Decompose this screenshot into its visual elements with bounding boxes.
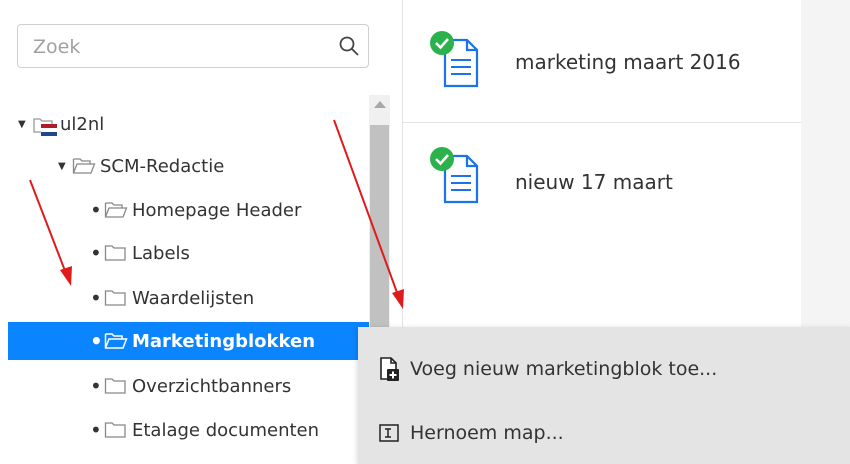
folder-open-icon xyxy=(104,200,128,220)
menu-item-rename-folder[interactable]: Hernoem map... xyxy=(358,405,850,461)
document-published-icon xyxy=(430,31,479,88)
menu-item-add-marketingblok[interactable]: Voeg nieuw marketingblok toe... xyxy=(358,341,850,397)
folder-icon xyxy=(104,376,128,396)
tree-panel: ▼ ul2nl ▼ SCM-Redactie • Homepage Header xyxy=(0,0,402,464)
tree-item-waardelijsten[interactable]: • Waardelijsten xyxy=(90,279,254,317)
bullet: • xyxy=(90,329,103,353)
menu-item-label: Voeg nieuw marketingblok toe... xyxy=(410,358,718,380)
tree-item-label: Overzichtbanners xyxy=(132,375,292,397)
folder-icon xyxy=(104,243,128,263)
document-item[interactable]: nieuw 17 maart xyxy=(403,122,801,242)
document-published-icon xyxy=(430,147,479,204)
tree-item-label: Etalage documenten xyxy=(132,419,320,441)
folder-open-icon xyxy=(72,156,96,176)
menu-item-label: Hernoem map... xyxy=(410,422,564,444)
tree-item-root[interactable]: ▼ ul2nl xyxy=(18,105,104,143)
tree-item-homepage-header[interactable]: • Homepage Header xyxy=(90,191,301,229)
bullet: • xyxy=(90,418,102,442)
context-menu: Voeg nieuw marketingblok toe... Hernoem … xyxy=(358,327,850,464)
bullet: • xyxy=(90,374,102,398)
rename-icon xyxy=(379,424,399,442)
document-title[interactable]: marketing maart 2016 xyxy=(515,50,741,74)
folder-icon xyxy=(104,420,128,440)
tree-item-label: Marketingblokken xyxy=(132,330,316,352)
tree-item-marketingblokken[interactable]: • Marketingblokken xyxy=(8,322,390,360)
tree-item-scm-redactie[interactable]: ▼ SCM-Redactie xyxy=(58,147,224,185)
search-icon[interactable] xyxy=(338,35,360,57)
tree-item-label: Waardelijsten xyxy=(132,287,255,309)
expand-toggle-icon[interactable]: ▼ xyxy=(18,119,30,130)
folder-open-icon xyxy=(104,331,128,351)
tree-item-etalage-documenten[interactable]: • Etalage documenten xyxy=(90,411,319,449)
document-title[interactable]: nieuw 17 maart xyxy=(515,170,673,194)
bullet: • xyxy=(90,241,102,265)
add-document-icon xyxy=(380,357,399,381)
tree-item-labels[interactable]: • Labels xyxy=(90,234,190,272)
document-list: marketing maart 2016 nieuw 17 maart xyxy=(402,0,801,330)
tree-item-label: SCM-Redactie xyxy=(100,155,225,177)
tree-item-label: Labels xyxy=(132,242,190,264)
document-item[interactable]: marketing maart 2016 xyxy=(403,0,801,123)
bullet: • xyxy=(90,286,102,310)
search-box[interactable] xyxy=(17,24,369,68)
scroll-up-arrow-icon[interactable] xyxy=(374,101,386,108)
tree-item-overzichtbanners[interactable]: • Overzichtbanners xyxy=(90,367,291,405)
tree-item-label: Homepage Header xyxy=(132,199,302,221)
tree-item-label: ul2nl xyxy=(60,113,105,135)
bullet: • xyxy=(90,198,102,222)
folder-flag-icon xyxy=(32,114,57,136)
folder-icon xyxy=(104,288,128,308)
expand-toggle-icon[interactable]: ▼ xyxy=(58,161,70,172)
search-input[interactable] xyxy=(31,33,325,61)
